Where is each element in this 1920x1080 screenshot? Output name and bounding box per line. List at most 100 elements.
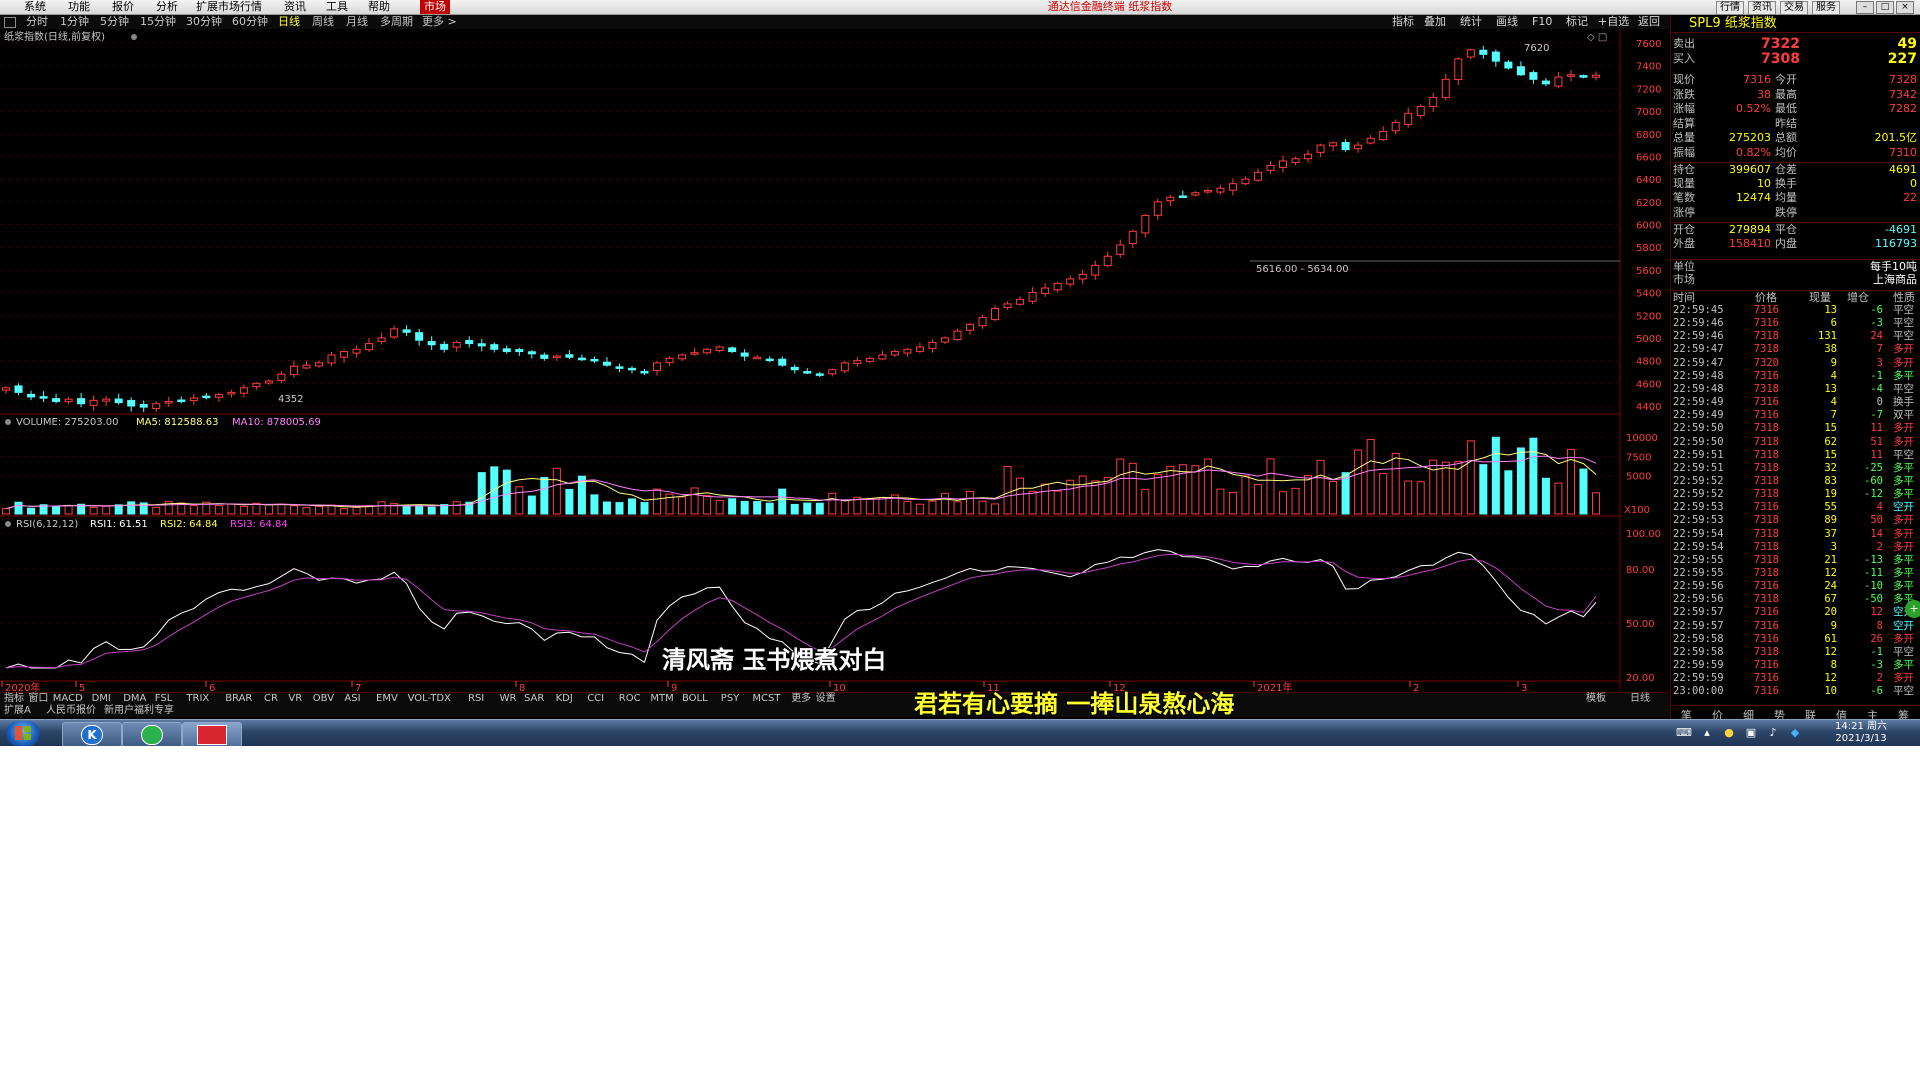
tray-network-icon[interactable]: ▣ (1744, 726, 1758, 740)
template-tab[interactable]: 模板 (1586, 693, 1606, 705)
trade-button[interactable]: 交易 (1780, 1, 1808, 15)
daily-tab[interactable]: 日线 (1630, 693, 1650, 705)
period-intraday[interactable]: 分时 (26, 15, 48, 29)
chart-settings-icon[interactable] (131, 34, 137, 40)
tab-new-user[interactable]: 新用户福利专享 (104, 705, 174, 717)
indicator-tab-10[interactable]: OBV (313, 693, 334, 705)
menu-function[interactable]: 功能 (68, 0, 90, 14)
menu-help[interactable]: 帮助 (368, 0, 390, 14)
menu-tools[interactable]: 工具 (326, 0, 348, 14)
menu-ext-market[interactable]: 扩展市场行情 (196, 0, 262, 14)
indicator-tab-6[interactable]: TRIX (186, 693, 209, 705)
period-15min[interactable]: 15分钟 (140, 15, 176, 29)
indicator-tab-1[interactable]: 窗口 (28, 693, 48, 705)
rsi-settings-icon[interactable] (5, 521, 11, 527)
indicator-tab-20[interactable]: MTM (650, 693, 673, 705)
tool-mark[interactable]: 标记 (1566, 15, 1588, 29)
tray-keyboard-icon[interactable]: ⌨ (1676, 726, 1692, 740)
tool-indicator[interactable]: 指标 (1392, 15, 1414, 29)
taskbar-app-green[interactable] (122, 722, 182, 746)
menu-system[interactable]: 系统 (24, 0, 46, 14)
tool-back[interactable]: 返回 (1638, 15, 1660, 29)
volume-ma5: MA5: 812588.63 (136, 417, 218, 428)
tray-app-icon[interactable]: ● (1722, 726, 1736, 740)
service-button[interactable]: 服务 (1812, 1, 1840, 15)
indicator-tab-9[interactable]: VR (288, 693, 302, 705)
volume-settings-icon[interactable] (5, 419, 11, 425)
period-60min[interactable]: 60分钟 (232, 15, 268, 29)
volume-bar (527, 495, 536, 515)
period-30min[interactable]: 30分钟 (186, 15, 222, 29)
sell-price: 7322 (1761, 36, 1800, 52)
period-daily[interactable]: 日线 (278, 15, 300, 29)
volume-bar (1429, 459, 1438, 515)
quote-row: 涨跌 38 最高 7342 (1671, 88, 1920, 102)
indicator-tab-2[interactable]: MACD (53, 693, 83, 705)
indicator-tab-15[interactable]: WR (500, 693, 517, 705)
candle-body (1041, 287, 1050, 295)
candle-body (1354, 144, 1363, 150)
tab-rmb-quote[interactable]: 人民币报价 (46, 705, 96, 717)
window-icon[interactable] (4, 17, 16, 28)
hq-button[interactable]: 行情 (1716, 1, 1744, 15)
indicator-tab-4[interactable]: DMA (123, 693, 146, 705)
period-5min[interactable]: 5分钟 (100, 15, 129, 29)
quote-label: 最高 (1775, 87, 1797, 101)
indicator-tab-0[interactable]: 指标 (4, 693, 24, 705)
indicator-tab-21[interactable]: BOLL (682, 693, 708, 705)
tick-time: 22:59:58 (1673, 632, 1724, 645)
tick-row: 22:59:49 7316 7 -7 双平 (1671, 409, 1920, 422)
tray-arrow-icon[interactable]: ▴ (1700, 726, 1714, 740)
candle-body (715, 346, 724, 352)
indicator-tab-16[interactable]: SAR (524, 693, 544, 705)
indicator-tab-14[interactable]: RSI (468, 693, 484, 705)
news-button[interactable]: 资讯 (1748, 1, 1776, 15)
close-icon[interactable]: × (1896, 1, 1914, 14)
taskbar-clock[interactable]: 14:21 周六 2021/3/13 (1816, 721, 1906, 745)
menu-info[interactable]: 资讯 (284, 0, 306, 14)
indicator-tab-7[interactable]: BRAR (225, 693, 252, 705)
menu-quote[interactable]: 报价 (112, 0, 134, 14)
taskbar-app-tdx[interactable] (182, 722, 242, 746)
indicator-tab-12[interactable]: EMV (376, 693, 398, 705)
volume-bar (840, 499, 849, 515)
candle-body (552, 355, 561, 359)
tab-ext-a[interactable]: 扩展A (4, 705, 31, 717)
volume-bar (1554, 482, 1563, 515)
indicator-tab-24[interactable]: 更多 (791, 693, 811, 705)
indicator-tab-3[interactable]: DMI (92, 693, 111, 705)
tool-overlay[interactable]: 叠加 (1424, 15, 1446, 29)
tool-stats[interactable]: 统计 (1460, 15, 1482, 29)
kline-chart[interactable]: 纸浆指数(日线,前复权) ◇ □ 7600 7400 7200 7000 6800 660… (0, 29, 1670, 701)
period-weekly[interactable]: 周线 (312, 15, 334, 29)
indicator-tab-13[interactable]: VOL-TDX (408, 693, 451, 705)
period-more[interactable]: 更多 > (422, 15, 457, 29)
tick-price: 7316 (1753, 369, 1779, 382)
minimize-icon[interactable]: – (1856, 1, 1874, 14)
indicator-tab-11[interactable]: ASI (344, 693, 360, 705)
menu-market[interactable]: 市场 (420, 0, 450, 14)
indicator-tab-23[interactable]: MCST (752, 693, 780, 705)
tray-shield-icon[interactable]: ◆ (1788, 726, 1802, 740)
taskbar-app-k[interactable]: K (62, 722, 122, 746)
maximize-icon[interactable]: □ (1876, 1, 1894, 14)
indicator-tab-22[interactable]: PSY (721, 693, 740, 705)
float-plus-icon[interactable]: + (1905, 600, 1920, 618)
indicator-tab-25[interactable]: 设置 (816, 693, 836, 705)
indicator-tab-17[interactable]: KDJ (556, 693, 573, 705)
indicator-tab-19[interactable]: ROC (619, 693, 641, 705)
period-monthly[interactable]: 月线 (346, 15, 368, 29)
indicator-tab-5[interactable]: FSL (155, 693, 173, 705)
period-1min[interactable]: 1分钟 (60, 15, 89, 29)
tool-draw[interactable]: 画线 (1496, 15, 1518, 29)
menu-analysis[interactable]: 分析 (156, 0, 178, 14)
tool-add-watch[interactable]: +自选 (1598, 15, 1629, 29)
tick-oi: 11 (1870, 422, 1883, 435)
indicator-tab-18[interactable]: CCI (587, 693, 604, 705)
tool-f10[interactable]: F10 (1532, 15, 1552, 29)
period-multi[interactable]: 多周期 (380, 15, 413, 29)
start-button[interactable] (6, 721, 40, 746)
chart-ctrl-icon[interactable]: ◇ □ (1587, 32, 1607, 43)
tray-volume-icon[interactable]: ♪ (1766, 726, 1780, 740)
indicator-tab-8[interactable]: CR (264, 693, 278, 705)
